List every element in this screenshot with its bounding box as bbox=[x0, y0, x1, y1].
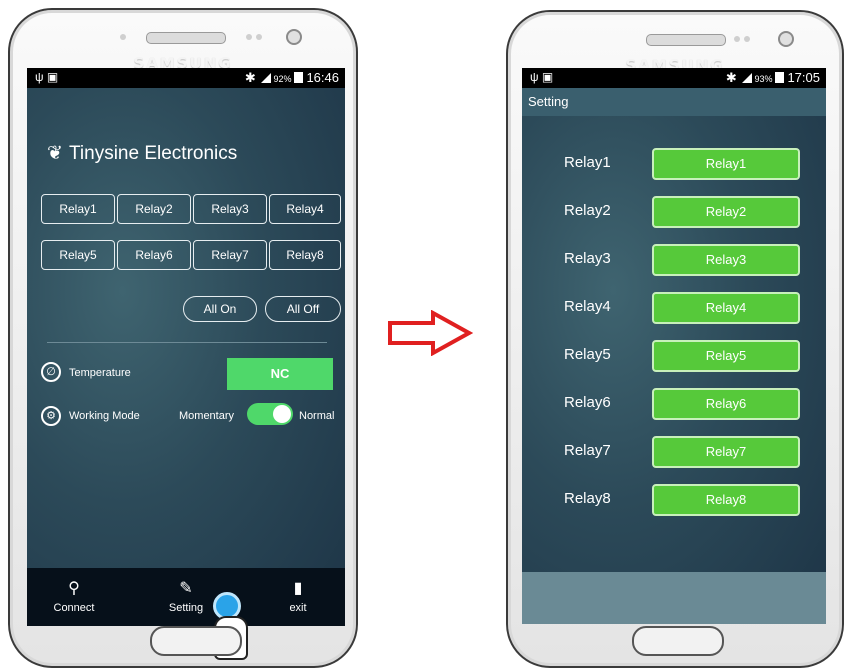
arrow-right-icon bbox=[388, 310, 473, 356]
edit-icon: ✎ bbox=[179, 580, 193, 597]
right-phone: SAMSUNG ψ ▣ ✱ 93% 17:05 Setting Relay1 Rel… bbox=[506, 10, 844, 668]
relay-setting-button[interactable]: Relay6 bbox=[652, 388, 800, 420]
relay-setting-button[interactable]: Relay3 bbox=[652, 244, 800, 276]
relay-setting-label: Relay3 bbox=[564, 250, 611, 267]
battery-icon-right bbox=[775, 72, 785, 83]
battery-percent: 92% bbox=[273, 74, 292, 84]
thermometer-icon: ∅ bbox=[41, 362, 61, 382]
left-screen: ψ ▣ ✱ 92% 16:46 ❦ Tinysine Electronics Rel… bbox=[27, 68, 345, 626]
left-camera bbox=[286, 29, 302, 45]
right-sensor bbox=[734, 36, 740, 42]
setting-header: Setting bbox=[522, 88, 826, 116]
right-bottom-bar bbox=[522, 572, 826, 624]
right-home-button[interactable] bbox=[632, 626, 724, 656]
relay-button-6[interactable]: Relay6 bbox=[117, 240, 191, 270]
right-status-right: ✱ 93% 17:05 bbox=[726, 70, 820, 86]
left-status-bar: ψ ▣ ✱ 92% 16:46 bbox=[27, 68, 345, 88]
toggle-knob bbox=[273, 405, 291, 423]
left-sensor bbox=[120, 34, 126, 40]
left-speaker bbox=[146, 32, 226, 44]
relay-setting-label: Relay6 bbox=[564, 394, 611, 411]
nav-setting-label: Setting bbox=[168, 602, 204, 614]
relay-setting-button[interactable]: Relay5 bbox=[652, 340, 800, 372]
lotus-icon: ❦ bbox=[47, 143, 63, 164]
relay-setting-button[interactable]: Relay1 bbox=[652, 148, 800, 180]
relay-button-2[interactable]: Relay2 bbox=[117, 194, 191, 224]
relay-button-1[interactable]: Relay1 bbox=[41, 194, 115, 224]
bluetooth-icon-right: ✱ bbox=[725, 70, 737, 85]
relay-setting-label: Relay1 bbox=[564, 154, 611, 171]
divider bbox=[47, 342, 327, 343]
left-home-button[interactable] bbox=[150, 626, 242, 656]
relay-setting-label: Relay7 bbox=[564, 442, 611, 459]
left-sensor-3 bbox=[256, 34, 262, 40]
battery-percent-right: 93% bbox=[754, 74, 773, 84]
app-title: ❦ Tinysine Electronics bbox=[47, 142, 237, 165]
relay-button-7[interactable]: Relay7 bbox=[193, 240, 267, 270]
left-phone: SAMSUNG ψ ▣ ✱ 92% 16:46 ❦ Tinysine Electro… bbox=[8, 8, 358, 668]
all-off-button[interactable]: All Off bbox=[265, 296, 341, 322]
gear-icon: ⚙ bbox=[41, 406, 61, 426]
relay-button-3[interactable]: Relay3 bbox=[193, 194, 267, 224]
right-speaker bbox=[646, 34, 726, 46]
relay-button-5[interactable]: Relay5 bbox=[41, 240, 115, 270]
nav-exit[interactable]: ▮ exit bbox=[263, 576, 333, 614]
nav-exit-label: exit bbox=[289, 602, 307, 614]
left-status-right: ✱ 92% 16:46 bbox=[245, 70, 339, 86]
right-sensor-2 bbox=[744, 36, 750, 42]
relay-setting-button[interactable]: Relay8 bbox=[652, 484, 800, 516]
mode-momentary-label: Momentary bbox=[179, 410, 235, 422]
temperature-label: Temperature bbox=[69, 367, 131, 379]
nav-setting[interactable]: ✎ Setting bbox=[151, 576, 221, 614]
right-camera bbox=[778, 31, 794, 47]
relay-setting-label: Relay4 bbox=[564, 298, 611, 315]
usb-icon-right: ψ ▣ bbox=[530, 70, 554, 84]
relay-setting-label: Relay5 bbox=[564, 346, 611, 363]
all-on-button[interactable]: All On bbox=[183, 296, 257, 322]
relay-setting-button[interactable]: Relay4 bbox=[652, 292, 800, 324]
search-icon: ⚲ bbox=[68, 580, 80, 597]
nav-connect-label: Connect bbox=[53, 602, 95, 614]
relay-setting-label: Relay8 bbox=[564, 490, 611, 507]
signal-icon bbox=[261, 73, 272, 83]
usb-icon: ψ ▣ bbox=[35, 70, 59, 84]
relay-setting-label: Relay2 bbox=[564, 202, 611, 219]
status-time: 16:46 bbox=[306, 70, 339, 85]
temperature-value: NC bbox=[227, 358, 333, 390]
relay-setting-button[interactable]: Relay2 bbox=[652, 196, 800, 228]
relay-button-4[interactable]: Relay4 bbox=[269, 194, 341, 224]
right-status-bar: ψ ▣ ✱ 93% 17:05 bbox=[522, 68, 826, 88]
left-sensor-2 bbox=[246, 34, 252, 40]
mode-normal-label: Normal bbox=[299, 410, 335, 422]
nav-connect[interactable]: ⚲ Connect bbox=[39, 576, 109, 614]
battery-icon bbox=[294, 72, 304, 83]
right-screen: ψ ▣ ✱ 93% 17:05 Setting Relay1 Relay1 Relay… bbox=[522, 68, 826, 624]
working-mode-label: Working Mode bbox=[69, 410, 140, 422]
app-title-text: Tinysine Electronics bbox=[69, 143, 238, 164]
status-time-right: 17:05 bbox=[787, 70, 820, 85]
working-mode-toggle[interactable] bbox=[247, 403, 293, 425]
relay-button-8[interactable]: Relay8 bbox=[269, 240, 341, 270]
signal-icon-right bbox=[742, 73, 753, 83]
bluetooth-icon: ✱ bbox=[244, 70, 256, 85]
trash-icon: ▮ bbox=[293, 580, 303, 597]
bottom-nav: ⚲ Connect ✎ Setting ▮ exit bbox=[27, 568, 345, 626]
relay-setting-button[interactable]: Relay7 bbox=[652, 436, 800, 468]
